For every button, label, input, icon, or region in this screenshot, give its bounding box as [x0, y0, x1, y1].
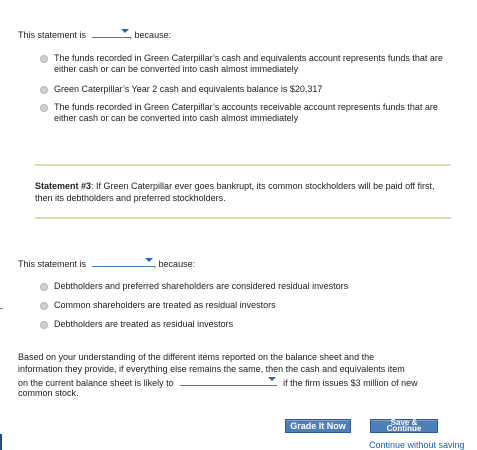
q2-prompt: This statement is , because:	[18, 257, 195, 269]
q1-option-1[interactable]: The funds recorded in Green Caterpillar’…	[40, 53, 455, 75]
q1-option-3[interactable]: The funds recorded in Green Caterpillar’…	[40, 102, 455, 124]
q3-line-3: on the current balance sheet is likely t…	[18, 376, 418, 388]
radio-button[interactable]	[40, 321, 48, 329]
statement-3: Statement #3: If Green Caterpillar ever …	[35, 180, 451, 204]
q2-option-2-label: Common shareholders are treated as resid…	[54, 300, 276, 310]
q2-prefix: This statement is	[18, 259, 87, 269]
chevron-down-icon	[120, 29, 129, 33]
radio-button[interactable]	[40, 55, 48, 63]
q1-option-3-label: The funds recorded in Green Caterpillar’…	[54, 102, 438, 123]
q1-dropdown[interactable]	[91, 28, 130, 38]
grade-it-now-button[interactable]: Grade It Now	[285, 419, 351, 433]
q3-line-2: information they provide, if everything …	[18, 364, 405, 374]
q2-option-2[interactable]: Common shareholders are treated as resid…	[40, 300, 276, 311]
q3-dropdown[interactable]	[180, 376, 278, 386]
q2-option-3-label: Debtholders are treated as residual inve…	[54, 319, 234, 329]
save-label-line-2: Continue	[386, 424, 422, 433]
q1-suffix: , because:	[129, 30, 172, 40]
statement-3-label: Statement #3	[35, 181, 92, 191]
q2-option-1[interactable]: Debtholders and preferred shareholders a…	[40, 281, 348, 292]
q3-line-4: common stock.	[18, 388, 79, 398]
q1-option-2-label: Green Caterpillar’s Year 2 cash and equi…	[54, 84, 323, 94]
q2-dropdown[interactable]	[91, 257, 154, 267]
save-and-continue-button[interactable]: Save & Continue	[370, 419, 438, 433]
q1-prefix: This statement is	[18, 30, 87, 40]
radio-button[interactable]	[40, 283, 48, 291]
q1-prompt: This statement is , because:	[18, 28, 171, 40]
statement-3-text: : If Green Caterpillar ever goes bankrup…	[35, 181, 435, 203]
chevron-down-icon	[268, 377, 277, 381]
continue-without-saving-link[interactable]: Continue without saving	[369, 440, 465, 450]
q3-line-3-suffix: if the firm issues $3 million of new	[283, 378, 418, 388]
q3-line-3-prefix: on the current balance sheet is likely t…	[18, 378, 174, 388]
left-edge-bar	[0, 434, 2, 450]
divider-bottom	[35, 217, 451, 219]
chevron-down-icon	[144, 258, 153, 262]
q2-suffix: , because:	[153, 259, 196, 269]
left-edge-tick	[0, 308, 3, 309]
q1-option-1-label: The funds recorded in Green Caterpillar’…	[54, 53, 443, 74]
radio-button[interactable]	[40, 86, 48, 94]
q2-option-1-label: Debtholders and preferred shareholders a…	[54, 281, 349, 291]
q2-option-3[interactable]: Debtholders are treated as residual inve…	[40, 319, 233, 330]
q3-line-1: Based on your understanding of the diffe…	[18, 352, 375, 362]
radio-button[interactable]	[40, 302, 48, 310]
radio-button[interactable]	[40, 104, 48, 112]
divider-top	[35, 164, 451, 166]
q1-option-2[interactable]: Green Caterpillar’s Year 2 cash and equi…	[40, 84, 455, 95]
